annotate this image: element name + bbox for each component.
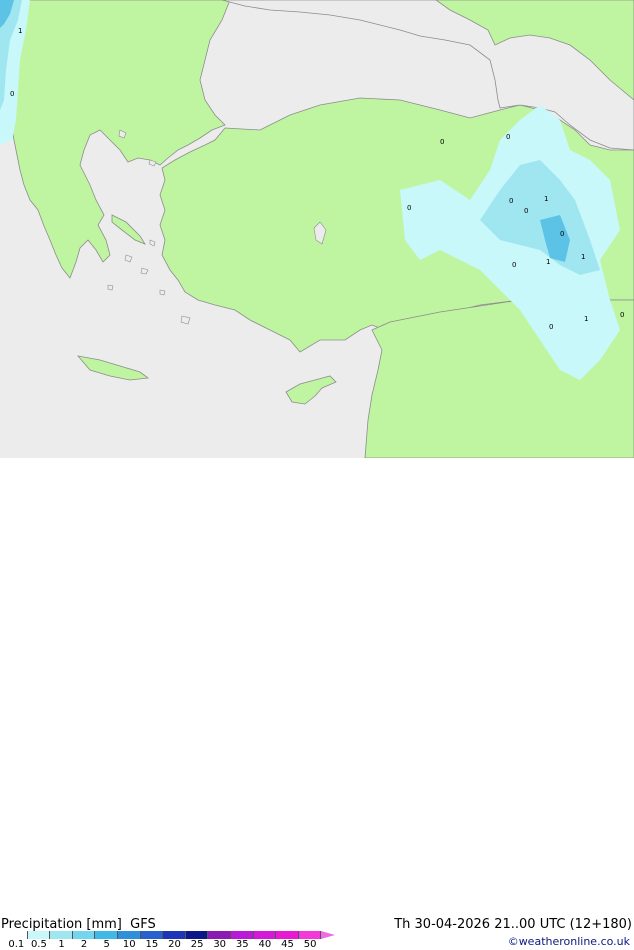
scale-tick-labels: 0.1 0.5 1 2 5 10 15 20 25 30 35 40 45 50 [0, 939, 330, 950]
scale-cell [253, 931, 277, 939]
scale-cell [5, 931, 28, 939]
scale-tick-label: 15 [145, 939, 159, 950]
map-title: Precipitation [mm] GFS [1, 917, 156, 932]
scale-tick-label: 50 [303, 939, 317, 950]
scale-cell [163, 931, 186, 939]
scale-cell [298, 931, 322, 939]
scale-tick-label: 5 [103, 939, 110, 950]
legend-panel: Precipitation [mm] GFS Th 30-04-2026 21.… [0, 458, 634, 950]
scale-tick-label: 45 [281, 939, 294, 950]
point-value: 0 [620, 311, 624, 319]
point-value: 0 [10, 90, 14, 98]
credit-text: ©weatheronline.co.uk [507, 935, 630, 948]
scale-tick-label: 10 [122, 939, 136, 950]
point-value: 1 [18, 27, 22, 35]
scale-tick-label: 35 [235, 939, 249, 950]
scale-tick-label: 2 [80, 939, 88, 950]
point-value: 0 [524, 207, 528, 215]
point-value: 0 [440, 138, 444, 146]
scale-tick-label: 40 [258, 939, 272, 950]
point-value: 1 [546, 258, 550, 266]
model-name: GFS [130, 917, 156, 932]
point-value: 0 [407, 204, 411, 212]
valid-time: Th 30-04-2026 21..00 UTC (12+180) [394, 917, 632, 932]
scale-cell [27, 931, 51, 939]
scale-tick-label: 0.1 [8, 939, 25, 950]
scale-cell [208, 931, 231, 939]
point-value: 0 [512, 261, 516, 269]
scale-cell [276, 931, 299, 939]
scale-cell [50, 931, 73, 939]
precipitation-map: 1 0 0 0 0 0 1 0 1 0 1 1 0 0 0 [0, 0, 634, 458]
scale-tick-label: 20 [168, 939, 181, 950]
point-value: 1 [581, 253, 585, 261]
scale-cell [117, 931, 141, 939]
scale-tick-label: 30 [213, 939, 227, 950]
scale-cell [72, 931, 96, 939]
scale-tick-label: 1 [58, 939, 65, 950]
point-value: 0 [509, 197, 513, 205]
point-value: 0 [549, 323, 553, 331]
scale-tick-label: 0.5 [30, 939, 47, 950]
scale-cell [185, 931, 209, 939]
point-value: 1 [584, 315, 588, 323]
scale-cell [230, 931, 254, 939]
point-value: 0 [506, 133, 510, 141]
scale-cell [140, 931, 164, 939]
scale-arrow-icon [321, 931, 336, 939]
scale-cell [95, 931, 118, 939]
scale-tick-label: 25 [190, 939, 204, 950]
point-value: 0 [560, 230, 564, 238]
title-text: Precipitation [mm] [1, 917, 122, 932]
point-value: 1 [544, 195, 548, 203]
color-scale [5, 931, 336, 939]
